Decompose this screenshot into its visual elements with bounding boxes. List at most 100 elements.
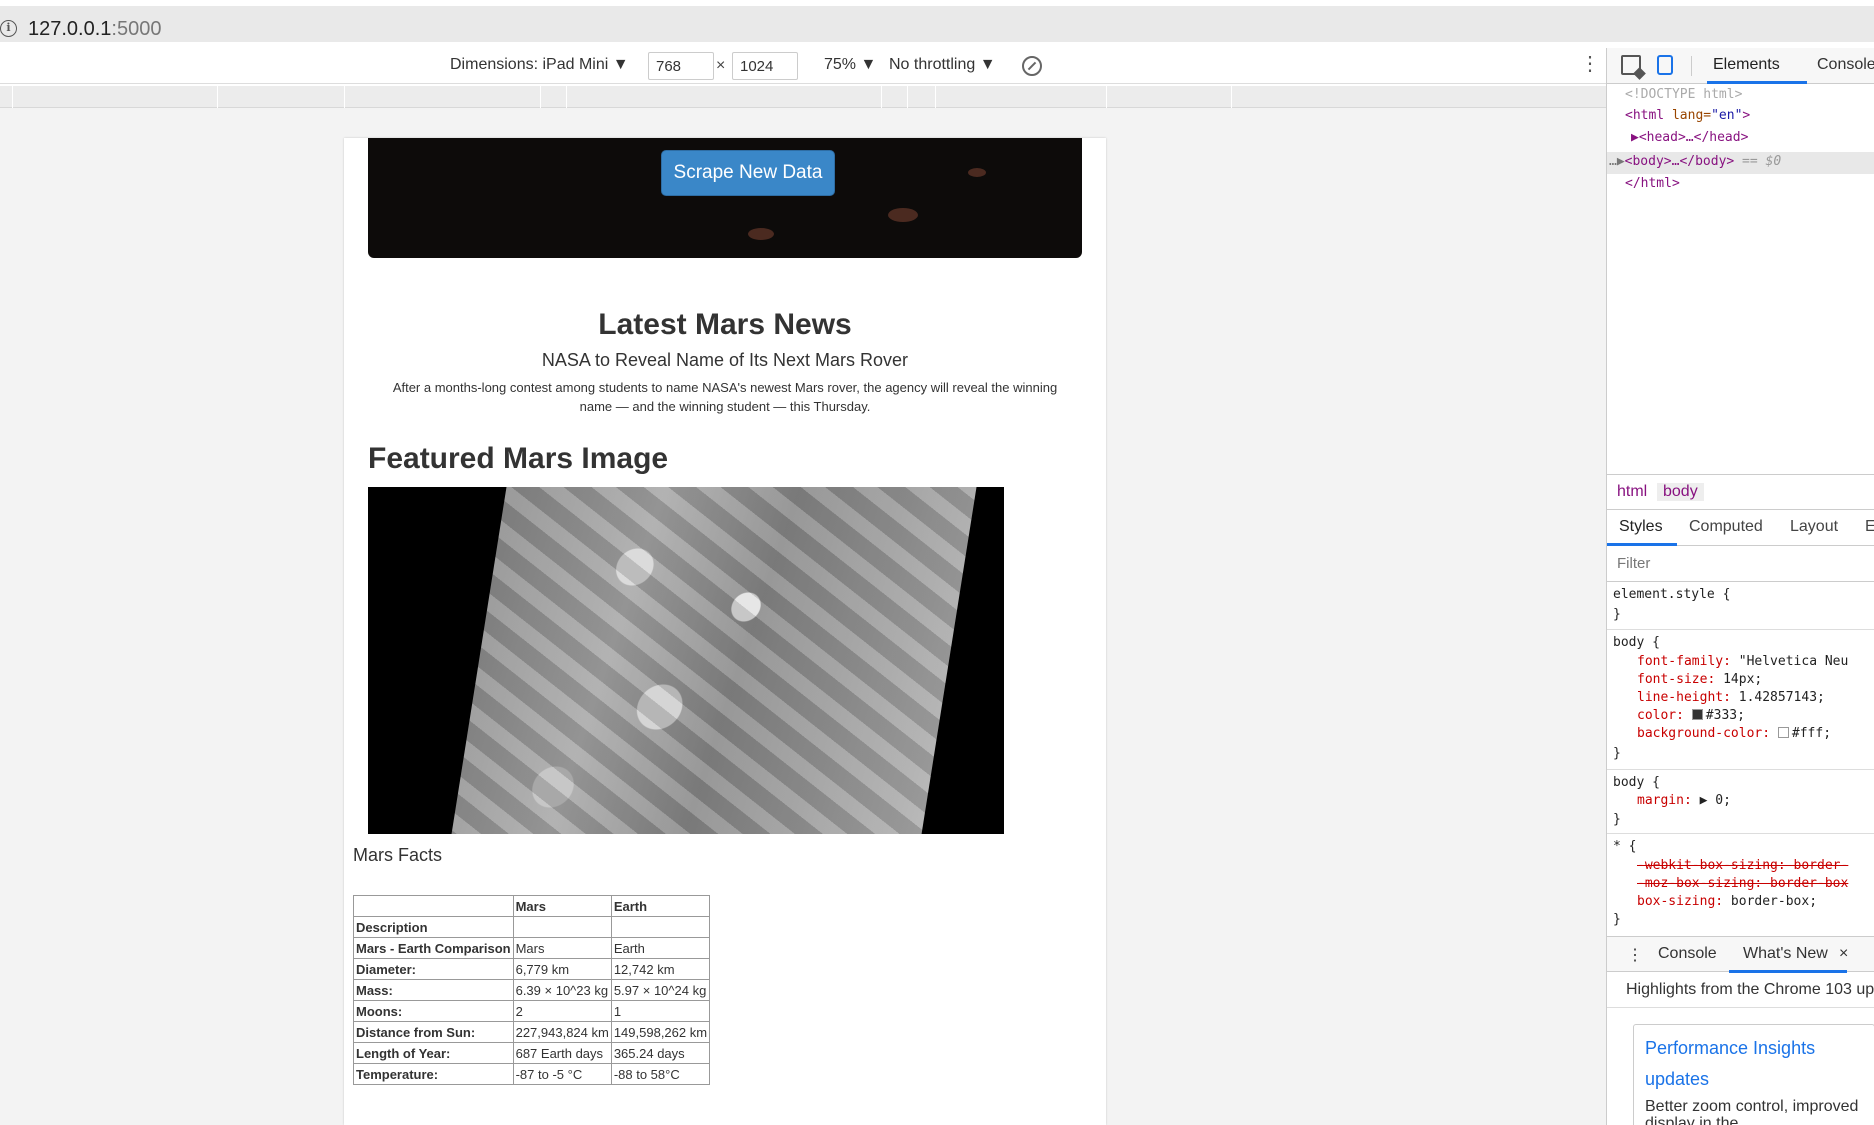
row-label: Description	[353, 916, 514, 938]
news-heading: Latest Mars News	[598, 308, 852, 341]
css-prop: color:	[1637, 708, 1684, 723]
dom-doctype[interactable]: <!DOCTYPE html>	[1625, 87, 1742, 102]
table-row: Mars - Earth Comparison Mars Earth	[353, 937, 711, 959]
url-host: 127.0.0.1	[28, 18, 112, 40]
device-width-input[interactable]	[648, 52, 714, 80]
featured-mars-image	[368, 487, 1004, 834]
rule-selector[interactable]: element.style {	[1613, 587, 1730, 602]
dom-tree: <!DOCTYPE html> <html lang="en"> ▶<head>…	[1607, 84, 1874, 474]
scrape-new-data-button[interactable]: Scrape New Data	[661, 150, 835, 196]
css-declaration[interactable]: background-color: #fff;	[1637, 726, 1831, 741]
rule-selector[interactable]: body {	[1613, 775, 1660, 790]
ruler-tick	[1231, 86, 1232, 108]
mars-value: 2	[512, 1000, 612, 1022]
css-declaration[interactable]: line-height: 1.42857143;	[1637, 690, 1825, 705]
inspect-element-icon[interactable]	[1621, 55, 1641, 75]
close-icon[interactable]: ×	[1839, 945, 1848, 963]
url-text[interactable]: 127.0.0.1:5000	[28, 18, 161, 41]
row-label: Temperature:	[353, 1063, 514, 1085]
ruler-tick	[540, 86, 541, 108]
drawer-tab-whats-new[interactable]: What's New	[1743, 945, 1828, 963]
css-declaration[interactable]: margin: ▶ 0;	[1637, 793, 1731, 808]
dom-head[interactable]: ▶<head>…</head>	[1631, 130, 1748, 145]
css-declaration[interactable]: font-size: 14px;	[1637, 672, 1762, 687]
earth-value: 365.24 days	[610, 1042, 711, 1064]
mars-value	[512, 916, 612, 938]
device-toggle-icon[interactable]	[1657, 55, 1673, 75]
rule-selector[interactable]: * {	[1613, 839, 1636, 854]
rule-universal: * { -webkit-box-sizing: border- -moz-box…	[1607, 834, 1874, 927]
times-sign: ×	[716, 57, 726, 74]
zoom-dropdown[interactable]: 75% ▼	[824, 56, 876, 74]
color-swatch[interactable]	[1777, 727, 1789, 738]
dom-html-close[interactable]: </html>	[1625, 176, 1680, 191]
css-prop: box-sizing:	[1637, 894, 1724, 909]
news-title: NASA to Reveal Name of Its Next Mars Rov…	[541, 350, 909, 370]
css-val: ▶ 0;	[1699, 793, 1731, 808]
css-val: 14px;	[1723, 672, 1763, 687]
table-row: Diameter: 6,779 km 12,742 km	[353, 958, 711, 980]
media-query-ruler[interactable]	[0, 86, 1606, 108]
ruler-tick	[935, 86, 936, 108]
rule-close: }	[1613, 912, 1621, 927]
table-row: Moons: 2 1	[353, 1000, 711, 1022]
css-prop: margin:	[1637, 793, 1692, 808]
breadcrumb-html[interactable]: html	[1611, 483, 1653, 501]
mars-value: 6.39 × 10^23 kg	[512, 979, 612, 1001]
css-prop: font-size:	[1637, 672, 1716, 687]
ruler-tick	[12, 86, 13, 108]
ruler-tick	[566, 86, 567, 108]
table-row: Distance from Sun: 227,943,824 km 149,598,…	[353, 1021, 711, 1043]
tab-styles[interactable]: Styles	[1619, 518, 1663, 536]
tab-computed[interactable]: Computed	[1689, 518, 1763, 536]
table-row: Description	[353, 916, 711, 938]
card-title-link[interactable]: Performance Insights updates	[1645, 1033, 1863, 1095]
info-icon[interactable]: i	[0, 20, 17, 37]
mars-value: 227,943,824 km	[512, 1021, 612, 1043]
dimensions-dropdown[interactable]: Dimensions: iPad Mini ▼	[450, 56, 629, 74]
featured-image-heading: Featured Mars Image	[368, 442, 669, 475]
drawer-tabbar: ⋮ Console What's New ×	[1607, 936, 1874, 973]
css-val: #fff;	[1791, 726, 1832, 741]
css-declaration[interactable]: color: #333;	[1637, 708, 1745, 723]
css-declaration[interactable]: box-sizing: border-box;	[1637, 894, 1817, 909]
css-declaration[interactable]: font-family: "Helvetica Neu	[1637, 654, 1848, 669]
tab-elements[interactable]: Elements	[1713, 56, 1780, 74]
row-label: Mars - Earth Comparison	[353, 937, 514, 959]
tab-layout[interactable]: Layout	[1790, 518, 1838, 536]
css-val: border-box;	[1730, 894, 1818, 909]
css-declaration-overridden[interactable]: -moz-box-sizing: border-box	[1637, 876, 1848, 891]
table-header-row: Mars Earth	[353, 895, 711, 917]
color-swatch[interactable]	[1691, 709, 1703, 720]
css-val: "Helvetica Neu	[1738, 654, 1849, 669]
mars-terrain-strip	[446, 487, 980, 834]
rule-close: }	[1613, 746, 1621, 761]
device-height-input[interactable]	[732, 52, 798, 80]
rule-selector[interactable]: body {	[1613, 635, 1660, 650]
css-val: 1.42857143;	[1738, 690, 1825, 705]
css-prop: background-color:	[1637, 726, 1771, 741]
address-strip[interactable]: i 127.0.0.1:5000	[0, 6, 1874, 42]
drawer-tab-console[interactable]: Console	[1658, 945, 1717, 963]
ruler-tick	[907, 86, 908, 108]
tab-console[interactable]: Console	[1817, 56, 1874, 74]
toolbar-divider	[1691, 56, 1692, 76]
dom-dollar-zero: == $0	[1734, 154, 1782, 169]
more-options-icon[interactable]: ⋮	[1580, 54, 1600, 74]
rotate-icon[interactable]	[1022, 56, 1042, 76]
whats-new-card[interactable]: Performance Insights updates Better zoom…	[1633, 1024, 1874, 1125]
drawer-menu-icon[interactable]: ⋮	[1627, 945, 1643, 965]
styles-filter-input[interactable]: Filter	[1607, 546, 1874, 582]
dom-body: <body>…</body>	[1624, 154, 1735, 169]
dom-body-selected[interactable]: …▶<body>…</body> == $0	[1607, 152, 1874, 174]
rule-body-typography: body { font-family: "Helvetica Neu font-…	[1607, 630, 1874, 770]
throttling-dropdown[interactable]: No throttling ▼	[889, 56, 996, 74]
row-label: Diameter:	[353, 958, 514, 980]
crater-mark	[888, 208, 918, 222]
breadcrumb-body[interactable]: body	[1657, 483, 1704, 501]
emulated-page: Scrape New Data Latest Mars News NASA to…	[344, 138, 1106, 1125]
devtools-tabbar: Elements Console	[1607, 48, 1874, 84]
tab-more[interactable]: E	[1865, 518, 1874, 536]
dom-html-open[interactable]: <html lang="en">	[1625, 108, 1750, 123]
css-declaration-overridden[interactable]: -webkit-box-sizing: border-	[1637, 858, 1848, 873]
